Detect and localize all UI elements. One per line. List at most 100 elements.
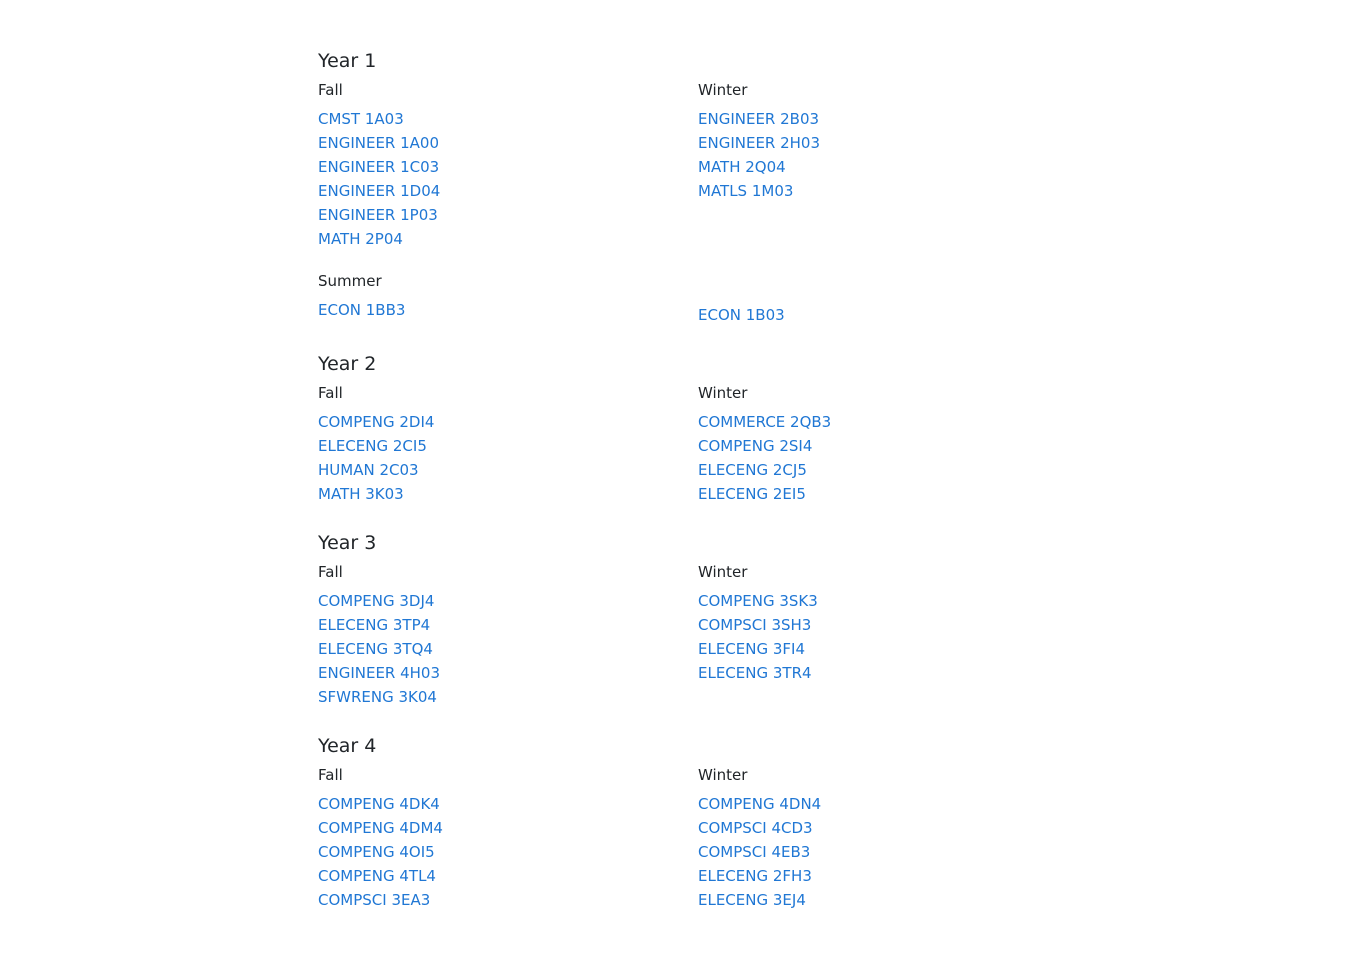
term-summer-alt: ECON 1B03 xyxy=(698,305,1058,329)
course-link[interactable]: MATH 2P04 xyxy=(318,230,403,248)
list-item: COMMERCE 2QB3 xyxy=(698,412,1058,436)
list-item: MATH 2Q04 xyxy=(698,157,1058,181)
term-winter: Winter COMPENG 3SK3 COMPSCI 3SH3 ELECENG… xyxy=(698,562,1058,687)
course-link[interactable]: ELECENG 3TQ4 xyxy=(318,640,433,658)
course-link[interactable]: COMPENG 4DK4 xyxy=(318,795,440,813)
term-summer: Summer ECON 1BB3 xyxy=(318,271,678,324)
term-title: Winter xyxy=(698,81,748,99)
course-list: COMPENG 4DN4 COMPSCI 4CD3 COMPSCI 4EB3 E… xyxy=(698,794,1058,914)
list-item: MATLS 1M03 xyxy=(698,181,1058,205)
list-item: COMPENG 3DJ4 xyxy=(318,591,678,615)
list-item: CMST 1A03 xyxy=(318,109,678,133)
list-item: ECON 1B03 xyxy=(698,305,1058,329)
list-item: ELECENG 3FI4 xyxy=(698,639,1058,663)
list-item: ECON 1BB3 xyxy=(318,300,678,324)
year-title: Year 2 xyxy=(318,353,377,375)
course-link[interactable]: SFWRENG 3K04 xyxy=(318,688,437,706)
course-list: COMPENG 2DI4 ELECENG 2CI5 HUMAN 2C03 MAT… xyxy=(318,412,678,508)
term-fall: Fall COMPENG 4DK4 COMPENG 4DM4 COMPENG 4… xyxy=(318,765,678,914)
course-link[interactable]: COMPSCI 4CD3 xyxy=(698,819,813,837)
course-link[interactable]: ENGINEER 1C03 xyxy=(318,158,439,176)
course-link[interactable]: ENGINEER 2B03 xyxy=(698,110,819,128)
course-link[interactable]: ENGINEER 2H03 xyxy=(698,134,820,152)
course-link[interactable]: ENGINEER 1D04 xyxy=(318,182,440,200)
course-link[interactable]: COMMERCE 2QB3 xyxy=(698,413,831,431)
list-item: COMPENG 2SI4 xyxy=(698,436,1058,460)
course-link[interactable]: COMPENG 4DM4 xyxy=(318,819,443,837)
course-link[interactable]: COMPENG 2DI4 xyxy=(318,413,434,431)
course-link[interactable]: ENGINEER 4H03 xyxy=(318,664,440,682)
course-link[interactable]: ELECENG 2CJ5 xyxy=(698,461,807,479)
list-item: ENGINEER 1D04 xyxy=(318,181,678,205)
course-list: CMST 1A03 ENGINEER 1A00 ENGINEER 1C03 EN… xyxy=(318,109,678,253)
list-item: ENGINEER 4H03 xyxy=(318,663,678,687)
course-link[interactable]: MATLS 1M03 xyxy=(698,182,793,200)
list-item: MATH 3K03 xyxy=(318,484,678,508)
course-link[interactable]: MATH 3K03 xyxy=(318,485,404,503)
course-link[interactable]: ECON 1BB3 xyxy=(318,301,405,319)
list-item: ELECENG 2FH3 xyxy=(698,866,1058,890)
list-item: ELECENG 3TR4 xyxy=(698,663,1058,687)
list-item: COMPENG 4DK4 xyxy=(318,794,678,818)
course-link[interactable]: ELECENG 3TR4 xyxy=(698,664,812,682)
term-fall: Fall COMPENG 2DI4 ELECENG 2CI5 HUMAN 2C0… xyxy=(318,383,678,508)
course-plan: Year 1 Fall CMST 1A03 ENGINEER 1A00 ENGI… xyxy=(0,0,1366,976)
list-item: MATH 2P04 xyxy=(318,229,678,253)
course-link[interactable]: ELECENG 2CI5 xyxy=(318,437,427,455)
list-item: ENGINEER 1P03 xyxy=(318,205,678,229)
course-link[interactable]: ELECENG 3TP4 xyxy=(318,616,430,634)
list-item: COMPSCI 4CD3 xyxy=(698,818,1058,842)
course-list: COMPENG 3SK3 COMPSCI 3SH3 ELECENG 3FI4 E… xyxy=(698,591,1058,687)
term-winter: Winter COMPENG 4DN4 COMPSCI 4CD3 COMPSCI… xyxy=(698,765,1058,914)
course-list: COMPENG 4DK4 COMPENG 4DM4 COMPENG 4OI5 C… xyxy=(318,794,678,914)
term-title: Fall xyxy=(318,766,343,784)
list-item: ENGINEER 1A00 xyxy=(318,133,678,157)
list-item: COMPENG 4DN4 xyxy=(698,794,1058,818)
list-item: ELECENG 2CJ5 xyxy=(698,460,1058,484)
term-fall: Fall COMPENG 3DJ4 ELECENG 3TP4 ELECENG 3… xyxy=(318,562,678,711)
course-link[interactable]: ELECENG 2FH3 xyxy=(698,867,812,885)
course-link[interactable]: ENGINEER 1A00 xyxy=(318,134,439,152)
course-link[interactable]: ELECENG 2EI5 xyxy=(698,485,806,503)
course-link[interactable]: COMPENG 4DN4 xyxy=(698,795,821,813)
term-title: Fall xyxy=(318,384,343,402)
course-link[interactable]: COMPENG 2SI4 xyxy=(698,437,812,455)
course-link[interactable]: ECON 1B03 xyxy=(698,306,785,324)
list-item: COMPENG 2DI4 xyxy=(318,412,678,436)
course-link[interactable]: MATH 2Q04 xyxy=(698,158,786,176)
list-item: COMPSCI 3SH3 xyxy=(698,615,1058,639)
list-item: ELECENG 3TP4 xyxy=(318,615,678,639)
list-item: COMPENG 3SK3 xyxy=(698,591,1058,615)
term-title: Winter xyxy=(698,563,748,581)
course-link[interactable]: COMPSCI 4EB3 xyxy=(698,843,810,861)
year-title: Year 1 xyxy=(318,50,377,72)
list-item: ELECENG 3TQ4 xyxy=(318,639,678,663)
list-item: COMPSCI 3EA3 xyxy=(318,890,678,914)
course-link[interactable]: COMPENG 4OI5 xyxy=(318,843,435,861)
course-link[interactable]: ELECENG 3EJ4 xyxy=(698,891,806,909)
list-item: ENGINEER 2H03 xyxy=(698,133,1058,157)
list-item: COMPSCI 4EB3 xyxy=(698,842,1058,866)
term-fall: Fall CMST 1A03 ENGINEER 1A00 ENGINEER 1C… xyxy=(318,80,678,253)
course-link[interactable]: COMPSCI 3SH3 xyxy=(698,616,811,634)
course-link[interactable]: COMPENG 3DJ4 xyxy=(318,592,434,610)
list-item: ELECENG 3EJ4 xyxy=(698,890,1058,914)
course-link[interactable]: CMST 1A03 xyxy=(318,110,404,128)
course-list: ECON 1BB3 xyxy=(318,300,678,324)
course-link[interactable]: COMPENG 3SK3 xyxy=(698,592,818,610)
course-link[interactable]: ELECENG 3FI4 xyxy=(698,640,805,658)
list-item: COMPENG 4DM4 xyxy=(318,818,678,842)
term-title: Fall xyxy=(318,563,343,581)
course-link[interactable]: HUMAN 2C03 xyxy=(318,461,419,479)
course-link[interactable]: COMPENG 4TL4 xyxy=(318,867,436,885)
term-winter: Winter ENGINEER 2B03 ENGINEER 2H03 MATH … xyxy=(698,80,1058,205)
course-list: ECON 1B03 xyxy=(698,305,1058,329)
term-title: Winter xyxy=(698,384,748,402)
list-item: COMPENG 4TL4 xyxy=(318,866,678,890)
course-link[interactable]: ENGINEER 1P03 xyxy=(318,206,438,224)
term-title: Winter xyxy=(698,766,748,784)
course-link[interactable]: COMPSCI 3EA3 xyxy=(318,891,430,909)
term-winter: Winter COMMERCE 2QB3 COMPENG 2SI4 ELECEN… xyxy=(698,383,1058,508)
term-title: Summer xyxy=(318,272,382,290)
list-item: ELECENG 2CI5 xyxy=(318,436,678,460)
